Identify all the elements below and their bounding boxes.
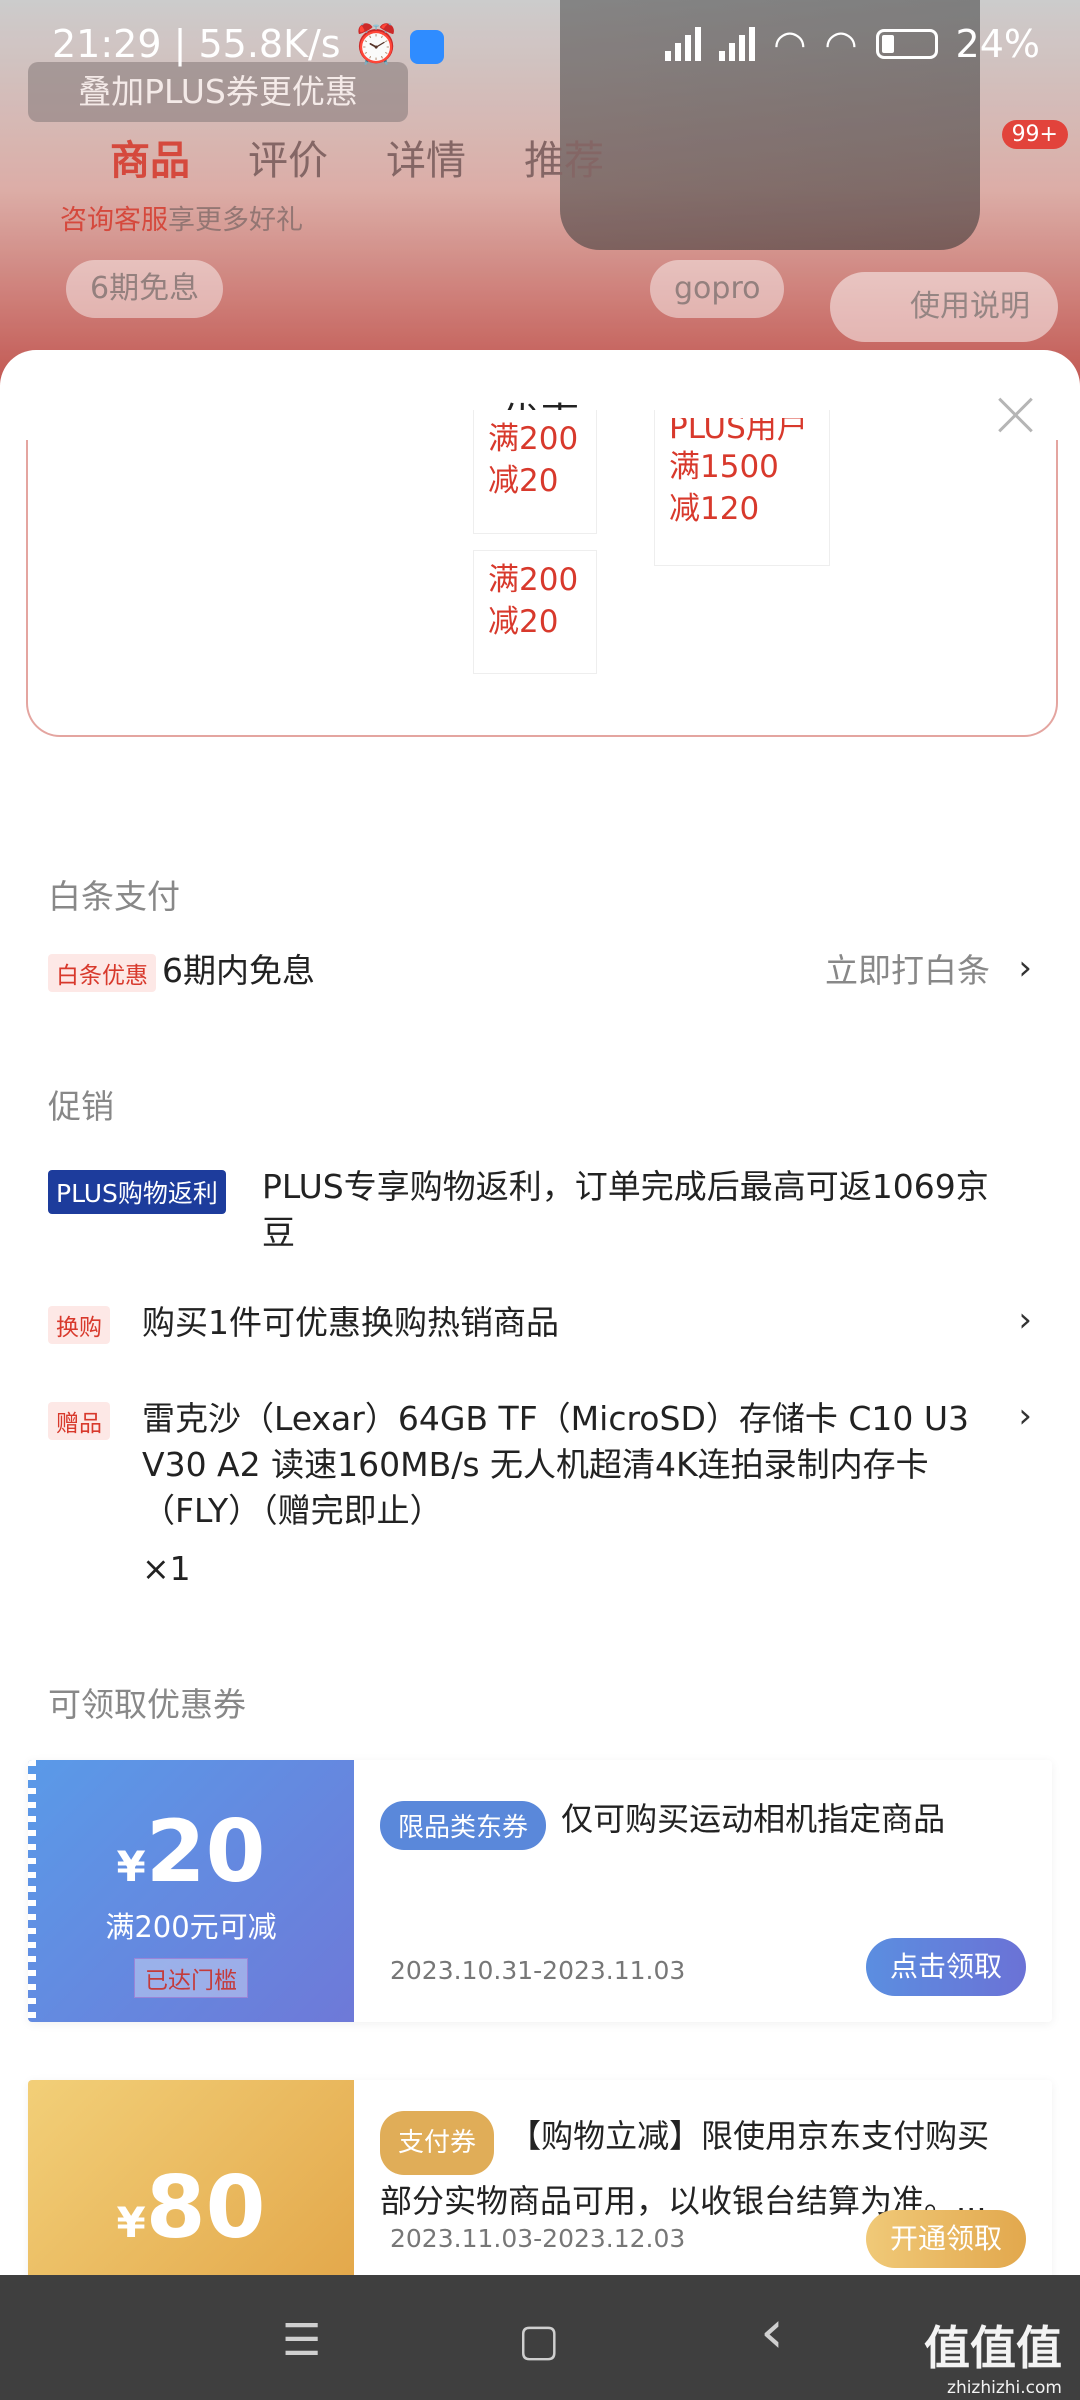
coupon-title: 仅可购买运动相机指定商品 (561, 1800, 946, 1838)
coupon-info: 限品类东券 仅可购买运动相机指定商品 2023.10.31-2023.11.03… (354, 1760, 1052, 2022)
coupon-condition: 满200元可减 (105, 1910, 277, 1944)
wifi-icon-2: ◠ (824, 22, 858, 66)
coupon-card: ¥80 支付券 【购物立减】限使用京东支付购买 部分实物商品可用，以收银台结算为… (28, 2080, 1052, 2275)
mini-coupon[interactable]: 满200 减20 (473, 410, 597, 534)
activate-coupon-button[interactable]: 开通领取 (866, 2210, 1026, 2268)
promo-row-gift[interactable]: 赠品 (48, 1402, 110, 1440)
coupon-date: 2023.11.03-2023.12.03 (390, 2224, 686, 2253)
home-icon[interactable]: ▢ (518, 2315, 560, 2366)
back-icon[interactable]: ‹ (760, 2297, 784, 2367)
baitiao-row[interactable]: 白条优惠 (48, 954, 156, 992)
baitiao-action[interactable]: 立即打白条 (825, 948, 990, 994)
mini-coupon[interactable]: 满200 减20 (473, 550, 597, 674)
coupon-stack-box: 满200 减20 满200 减20 PLUS用户 满1500 减120 (26, 410, 1058, 737)
plus-rebate-text: PLUS专享购物返利，订单完成后最高可返1069京 豆 (262, 1167, 989, 1252)
signal-icon (665, 27, 702, 61)
gift-text[interactable]: 雷克沙（Lexar）64GB TF（MicroSD）存储卡 C10 U3 V30… (142, 1396, 1002, 1592)
baitiao-text: 6期内免息 (162, 951, 315, 990)
watermark: 值值值 zhizhizhi.com (924, 2321, 1062, 2398)
exchange-text[interactable]: 购买1件可优惠换购热销商品 (142, 1300, 559, 1346)
offers-sheet: 优惠 满200减20 满200减20 PLUS用户 满1500减120 白条支付… (0, 350, 1080, 2275)
baitiao-tag: 白条优惠 (48, 954, 156, 992)
close-icon[interactable] (992, 392, 1038, 438)
promo-row-plus: PLUS购物返利 (48, 1170, 226, 1214)
plus-rebate-tag: PLUS购物返利 (48, 1170, 226, 1214)
wifi-icon: ◠ (773, 22, 807, 66)
coupon-tag: 限品类东券 (380, 1801, 547, 1850)
promo-row-exchange[interactable]: 换购 (48, 1306, 110, 1344)
coupon-amount-panel: ¥20 满200元可减 已达门槛 (28, 1760, 354, 2022)
signal-icon-2 (719, 27, 756, 61)
exchange-tag: 换购 (48, 1306, 110, 1344)
coupon-tag: 支付券 (380, 2110, 495, 2175)
chevron-right-icon[interactable]: › (1018, 948, 1032, 988)
coupon-amount: ¥80 (116, 2158, 266, 2258)
coupon-amount: ¥20 (116, 1802, 266, 1902)
chevron-right-icon[interactable]: › (1018, 1396, 1032, 1436)
mini-coupon-plus[interactable]: PLUS用户 满1500 减120 (654, 410, 830, 566)
chevron-right-icon[interactable]: › (1018, 1300, 1032, 1340)
coupon-date: 2023.10.31-2023.11.03 (390, 1956, 686, 1985)
section-coupons: 可领取优惠券 (48, 1685, 246, 1724)
section-baitiao: 白条支付 (48, 877, 180, 916)
coupon-info: 支付券 【购物立减】限使用京东支付购买 部分实物商品可用，以收银台结算为准。..… (354, 2080, 1052, 2275)
battery-level: 24% (955, 22, 1040, 66)
status-time: 21:29 | 55.8K/s ⏰ (52, 22, 445, 67)
section-promotions: 促销 (48, 1087, 114, 1126)
gift-tag: 赠品 (48, 1402, 110, 1440)
app-notification-icon (410, 29, 445, 64)
coupon-status: 已达门槛 (134, 1958, 248, 1998)
battery-icon (875, 29, 938, 59)
status-bar: 21:29 | 55.8K/s ⏰ ◠ ◠ 24% (0, 0, 1080, 96)
claim-coupon-button[interactable]: 点击领取 (866, 1938, 1026, 1996)
coupon-title: 【购物立减】限使用京东支付购买 (509, 2117, 990, 2155)
coupon-amount-panel: ¥80 (28, 2080, 354, 2275)
menu-icon[interactable]: ☰ (282, 2315, 321, 2366)
gift-qty: ×1 (142, 1549, 191, 1588)
system-nav-bar: ☰ ▢ ‹ (0, 2275, 1080, 2400)
coupon-card: ¥20 满200元可减 已达门槛 限品类东券 仅可购买运动相机指定商品 2023… (28, 1760, 1052, 2022)
